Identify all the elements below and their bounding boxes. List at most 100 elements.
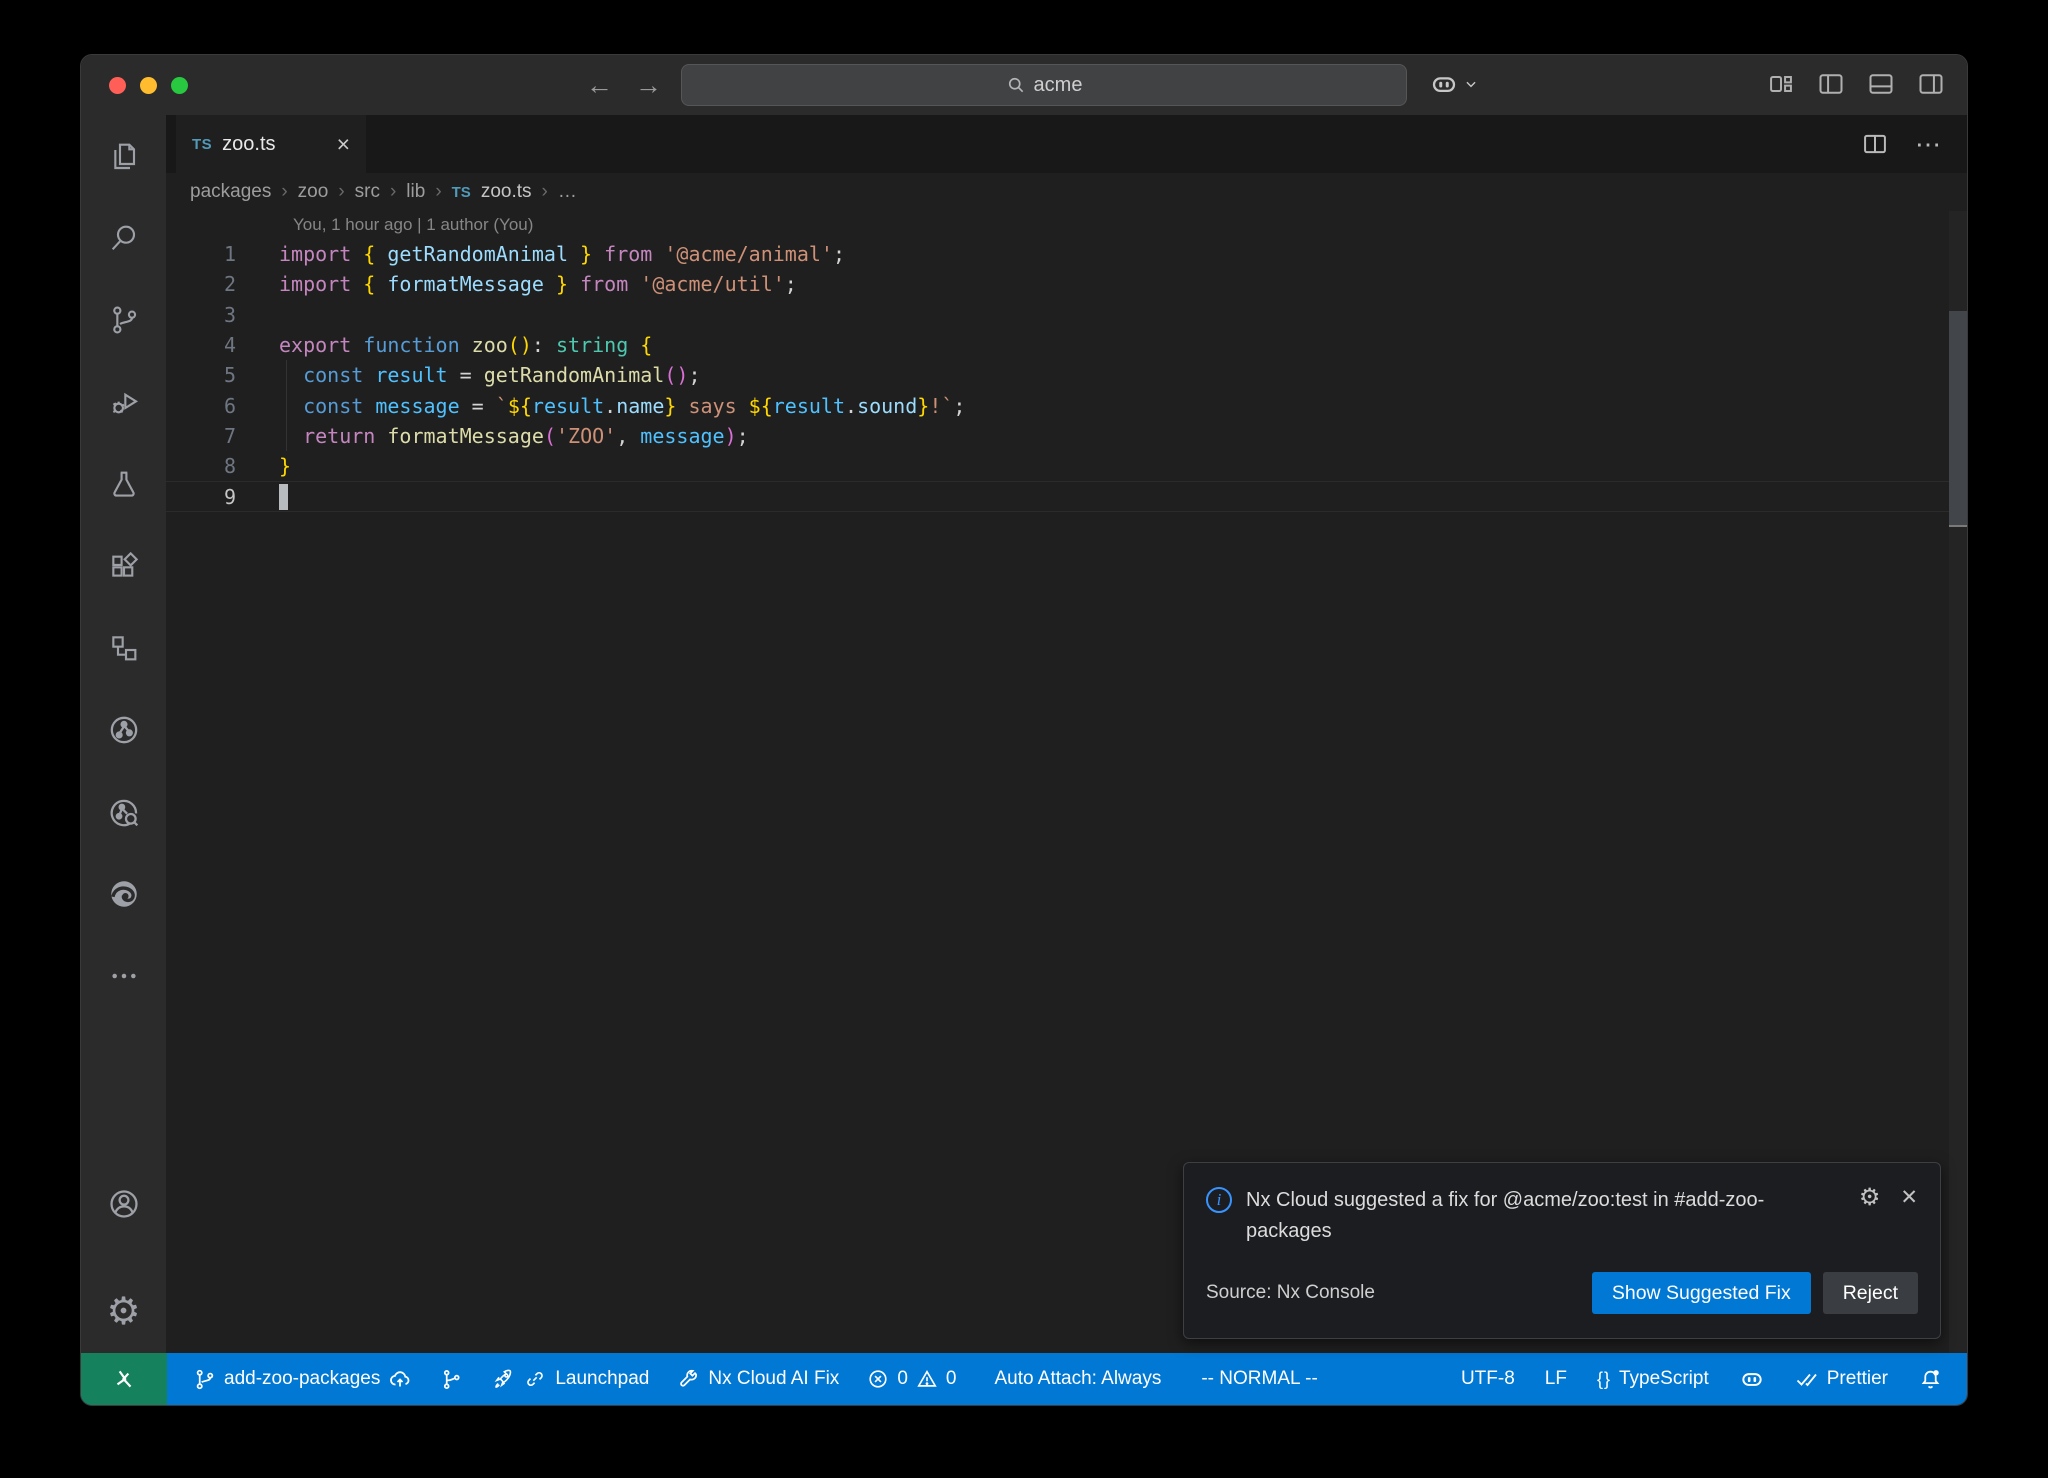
- wrench-icon: [677, 1368, 700, 1391]
- link-icon: [523, 1367, 547, 1391]
- info-icon: i: [1206, 1187, 1232, 1213]
- launchpad-status[interactable]: Launchpad: [491, 1367, 649, 1391]
- split-editor-icon[interactable]: [1861, 130, 1889, 158]
- remote-indicator[interactable]: [81, 1353, 167, 1405]
- encoding-label: UTF-8: [1461, 1368, 1515, 1390]
- bell-icon: [1918, 1367, 1943, 1392]
- edge-browser-icon[interactable]: [81, 853, 166, 935]
- extensions-icon[interactable]: [81, 525, 166, 607]
- problems-status[interactable]: 0 0: [867, 1368, 956, 1390]
- rocket-icon: [491, 1367, 515, 1391]
- nx-cloud-icon[interactable]: [81, 771, 166, 853]
- eol-status[interactable]: LF: [1545, 1368, 1567, 1390]
- command-center-search[interactable]: acme: [681, 64, 1407, 106]
- code-line[interactable]: 3: [166, 300, 1967, 330]
- close-tab-icon[interactable]: ×: [337, 133, 350, 156]
- line-number: 2: [166, 272, 236, 296]
- breadcrumb-file[interactable]: zoo.ts: [481, 181, 532, 203]
- show-suggested-fix-button[interactable]: Show Suggested Fix: [1592, 1272, 1811, 1314]
- code-line[interactable]: 2import { formatMessage } from '@acme/ut…: [166, 269, 1967, 299]
- source-control-graph-status[interactable]: [440, 1368, 463, 1391]
- prettier-label: Prettier: [1827, 1368, 1888, 1390]
- tab-label: zoo.ts: [222, 133, 275, 156]
- toggle-secondary-sidebar-icon[interactable]: [1917, 70, 1945, 98]
- language-mode-status[interactable]: {} TypeScript: [1597, 1368, 1709, 1390]
- cloud-upload-icon: [388, 1367, 412, 1391]
- line-number: 4: [166, 333, 236, 357]
- vim-mode-label: -- NORMAL --: [1201, 1368, 1317, 1390]
- forward-icon[interactable]: →: [635, 70, 662, 101]
- line-number: 9: [166, 485, 236, 509]
- branch-name: add-zoo-packages: [224, 1368, 380, 1390]
- breadcrumb-more[interactable]: …: [558, 181, 577, 203]
- code-line[interactable]: 8}: [166, 451, 1967, 481]
- code-text: export function zoo(): string {: [279, 333, 652, 357]
- reject-button[interactable]: Reject: [1823, 1272, 1918, 1314]
- prettier-status[interactable]: Prettier: [1795, 1367, 1888, 1391]
- testing-icon[interactable]: [81, 443, 166, 525]
- copilot-menu[interactable]: [1429, 69, 1478, 99]
- more-views-icon[interactable]: [81, 935, 166, 1017]
- chevron-down-icon: [1464, 77, 1478, 91]
- auto-attach-status[interactable]: Auto Attach: Always: [994, 1368, 1161, 1390]
- vim-mode-status[interactable]: -- NORMAL --: [1201, 1368, 1317, 1390]
- editor-more-actions-icon[interactable]: ⋯: [1915, 129, 1941, 160]
- run-debug-icon[interactable]: [81, 361, 166, 443]
- close-window-button[interactable]: [109, 77, 126, 94]
- references-view-icon[interactable]: [81, 607, 166, 689]
- launchpad-label: Launchpad: [555, 1368, 649, 1390]
- breadcrumb-item[interactable]: packages: [190, 181, 271, 203]
- toggle-panel-icon[interactable]: [1867, 70, 1895, 98]
- explorer-icon[interactable]: [81, 115, 166, 197]
- breadcrumb: packages › zoo › src › lib › TS zoo.ts ›…: [166, 173, 1967, 211]
- code-text: }: [279, 454, 291, 478]
- breadcrumb-separator: ›: [390, 181, 396, 203]
- encoding-status[interactable]: UTF-8: [1461, 1368, 1515, 1390]
- zoom-window-button[interactable]: [171, 77, 188, 94]
- code-line[interactable]: 1import { getRandomAnimal } from '@acme/…: [166, 239, 1967, 269]
- overview-ruler-cursor-mark: [1949, 525, 1967, 527]
- notification-source: Source: Nx Console: [1206, 1282, 1375, 1304]
- toggle-primary-sidebar-icon[interactable]: [1817, 70, 1845, 98]
- account-icon[interactable]: [81, 1163, 166, 1245]
- breadcrumb-item[interactable]: zoo: [298, 181, 329, 203]
- code-line[interactable]: 7 return formatMessage('ZOO', message);: [166, 421, 1967, 451]
- notification-toast: i Nx Cloud suggested a fix for @acme/zoo…: [1183, 1162, 1941, 1339]
- eol-label: LF: [1545, 1368, 1567, 1390]
- copilot-icon: [1739, 1366, 1765, 1392]
- back-icon[interactable]: ←: [586, 70, 613, 101]
- git-blame-annotation[interactable]: You, 1 hour ago | 1 author (You): [293, 211, 1967, 239]
- breadcrumb-separator: ›: [542, 181, 548, 203]
- tab-bar: TS zoo.ts × ⋯: [166, 115, 1967, 173]
- code-line[interactable]: 9: [166, 481, 1967, 511]
- breadcrumb-item[interactable]: lib: [406, 181, 425, 203]
- customize-layout-icon[interactable]: [1767, 70, 1795, 98]
- auto-attach-label: Auto Attach: Always: [994, 1368, 1161, 1390]
- git-branch-status[interactable]: add-zoo-packages: [193, 1367, 412, 1391]
- code-line[interactable]: 6 const message = `${result.name} says $…: [166, 390, 1967, 420]
- nx-cloud-ai-fix-status[interactable]: Nx Cloud AI Fix: [677, 1368, 839, 1391]
- search-view-icon[interactable]: [81, 197, 166, 279]
- editor-scrollbar[interactable]: [1949, 211, 1967, 1353]
- vscode-window: ← → acme: [80, 54, 1968, 1406]
- git-branch-icon: [193, 1368, 216, 1391]
- scrollbar-thumb[interactable]: [1949, 311, 1967, 527]
- braces-icon: {}: [1597, 1369, 1611, 1390]
- nx-fix-label: Nx Cloud AI Fix: [708, 1368, 839, 1390]
- minimize-window-button[interactable]: [140, 77, 157, 94]
- code-line[interactable]: 5 const result = getRandomAnimal();: [166, 360, 1967, 390]
- line-number: 6: [166, 394, 236, 418]
- notification-close-icon[interactable]: ✕: [1900, 1185, 1918, 1210]
- code-line[interactable]: 4 export function zoo(): string {: [166, 330, 1967, 360]
- warning-count: 0: [946, 1368, 957, 1390]
- notifications-status[interactable]: [1918, 1367, 1943, 1392]
- breadcrumb-item[interactable]: src: [355, 181, 380, 203]
- source-control-icon[interactable]: [81, 279, 166, 361]
- notification-settings-icon[interactable]: ⚙: [1859, 1185, 1881, 1209]
- breadcrumb-separator: ›: [281, 181, 287, 203]
- tab-zoo-ts[interactable]: TS zoo.ts ×: [176, 115, 366, 173]
- settings-gear-icon[interactable]: ⚙: [81, 1271, 166, 1353]
- nx-console-icon[interactable]: [81, 689, 166, 771]
- search-value: acme: [1034, 74, 1083, 97]
- copilot-status[interactable]: [1739, 1366, 1765, 1392]
